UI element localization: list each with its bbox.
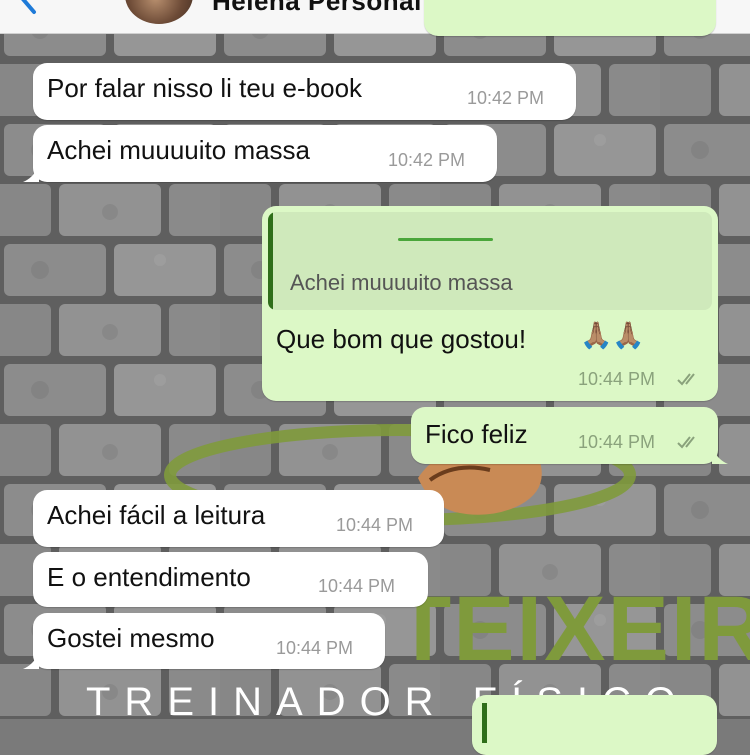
avatar[interactable] [125, 0, 193, 24]
folded-hands-emoji-icon: 🙏🏽🙏🏽 [580, 320, 645, 350]
message-bubble-outgoing[interactable]: Achei muuuuito massa Que bom que gostou!… [262, 206, 718, 401]
quote-accent-bar [268, 212, 273, 310]
message-bubble-incoming[interactable]: Por falar nisso li teu e-book 10:42 PM [33, 63, 576, 120]
message-bubble-incoming[interactable]: E o entendimento 10:44 PM [33, 552, 428, 607]
message-time: 10:44 PM [276, 638, 354, 658]
quoted-text: Achei muuuuito massa [290, 270, 513, 295]
contact-name[interactable]: Helena Personal [212, 0, 422, 17]
message-text: Achei muuuuito massa [47, 135, 311, 165]
message-text: Gostei mesmo [47, 623, 215, 653]
message-bubble-incoming[interactable]: Achei muuuuito massa 10:42 PM [23, 125, 497, 182]
message-text: Que bom que gostou! [276, 324, 527, 354]
message-time: 10:44 PM [336, 515, 414, 535]
quoted-message[interactable]: Achei muuuuito massa [268, 212, 712, 310]
message-text: Achei fácil a leitura [47, 500, 266, 530]
logo-word: TEIXEIRA [395, 578, 750, 680]
bubble-tail [712, 448, 728, 464]
message-time: 10:42 PM [467, 88, 545, 108]
message-time: 10:44 PM [318, 576, 396, 596]
back-icon[interactable] [14, 0, 42, 18]
message-bubble-incoming[interactable]: Achei fácil a leitura 10:44 PM [33, 490, 444, 547]
message-text: E o entendimento [47, 562, 251, 592]
bubble-tail [23, 653, 39, 669]
message-time: 10:42 PM [388, 150, 466, 170]
read-receipt-icon [677, 373, 695, 386]
message-time: 10:44 PM [578, 369, 656, 389]
message-text: Fico feliz [425, 419, 528, 449]
bubble-tail [23, 166, 39, 182]
message-bubble-outgoing[interactable]: Fico feliz 10:44 PM [411, 407, 728, 464]
message-text: Por falar nisso li teu e-book [47, 73, 363, 103]
message-bubble-incoming[interactable]: Gostei mesmo 10:44 PM [23, 613, 385, 669]
quote-accent-bar [482, 703, 487, 743]
message-time: 10:44 PM [578, 432, 656, 452]
quote-author-redacted [398, 238, 493, 241]
partial-outgoing-bubble[interactable] [424, 0, 716, 36]
partial-outgoing-bubble[interactable] [472, 695, 717, 755]
read-receipt-icon [677, 436, 695, 449]
